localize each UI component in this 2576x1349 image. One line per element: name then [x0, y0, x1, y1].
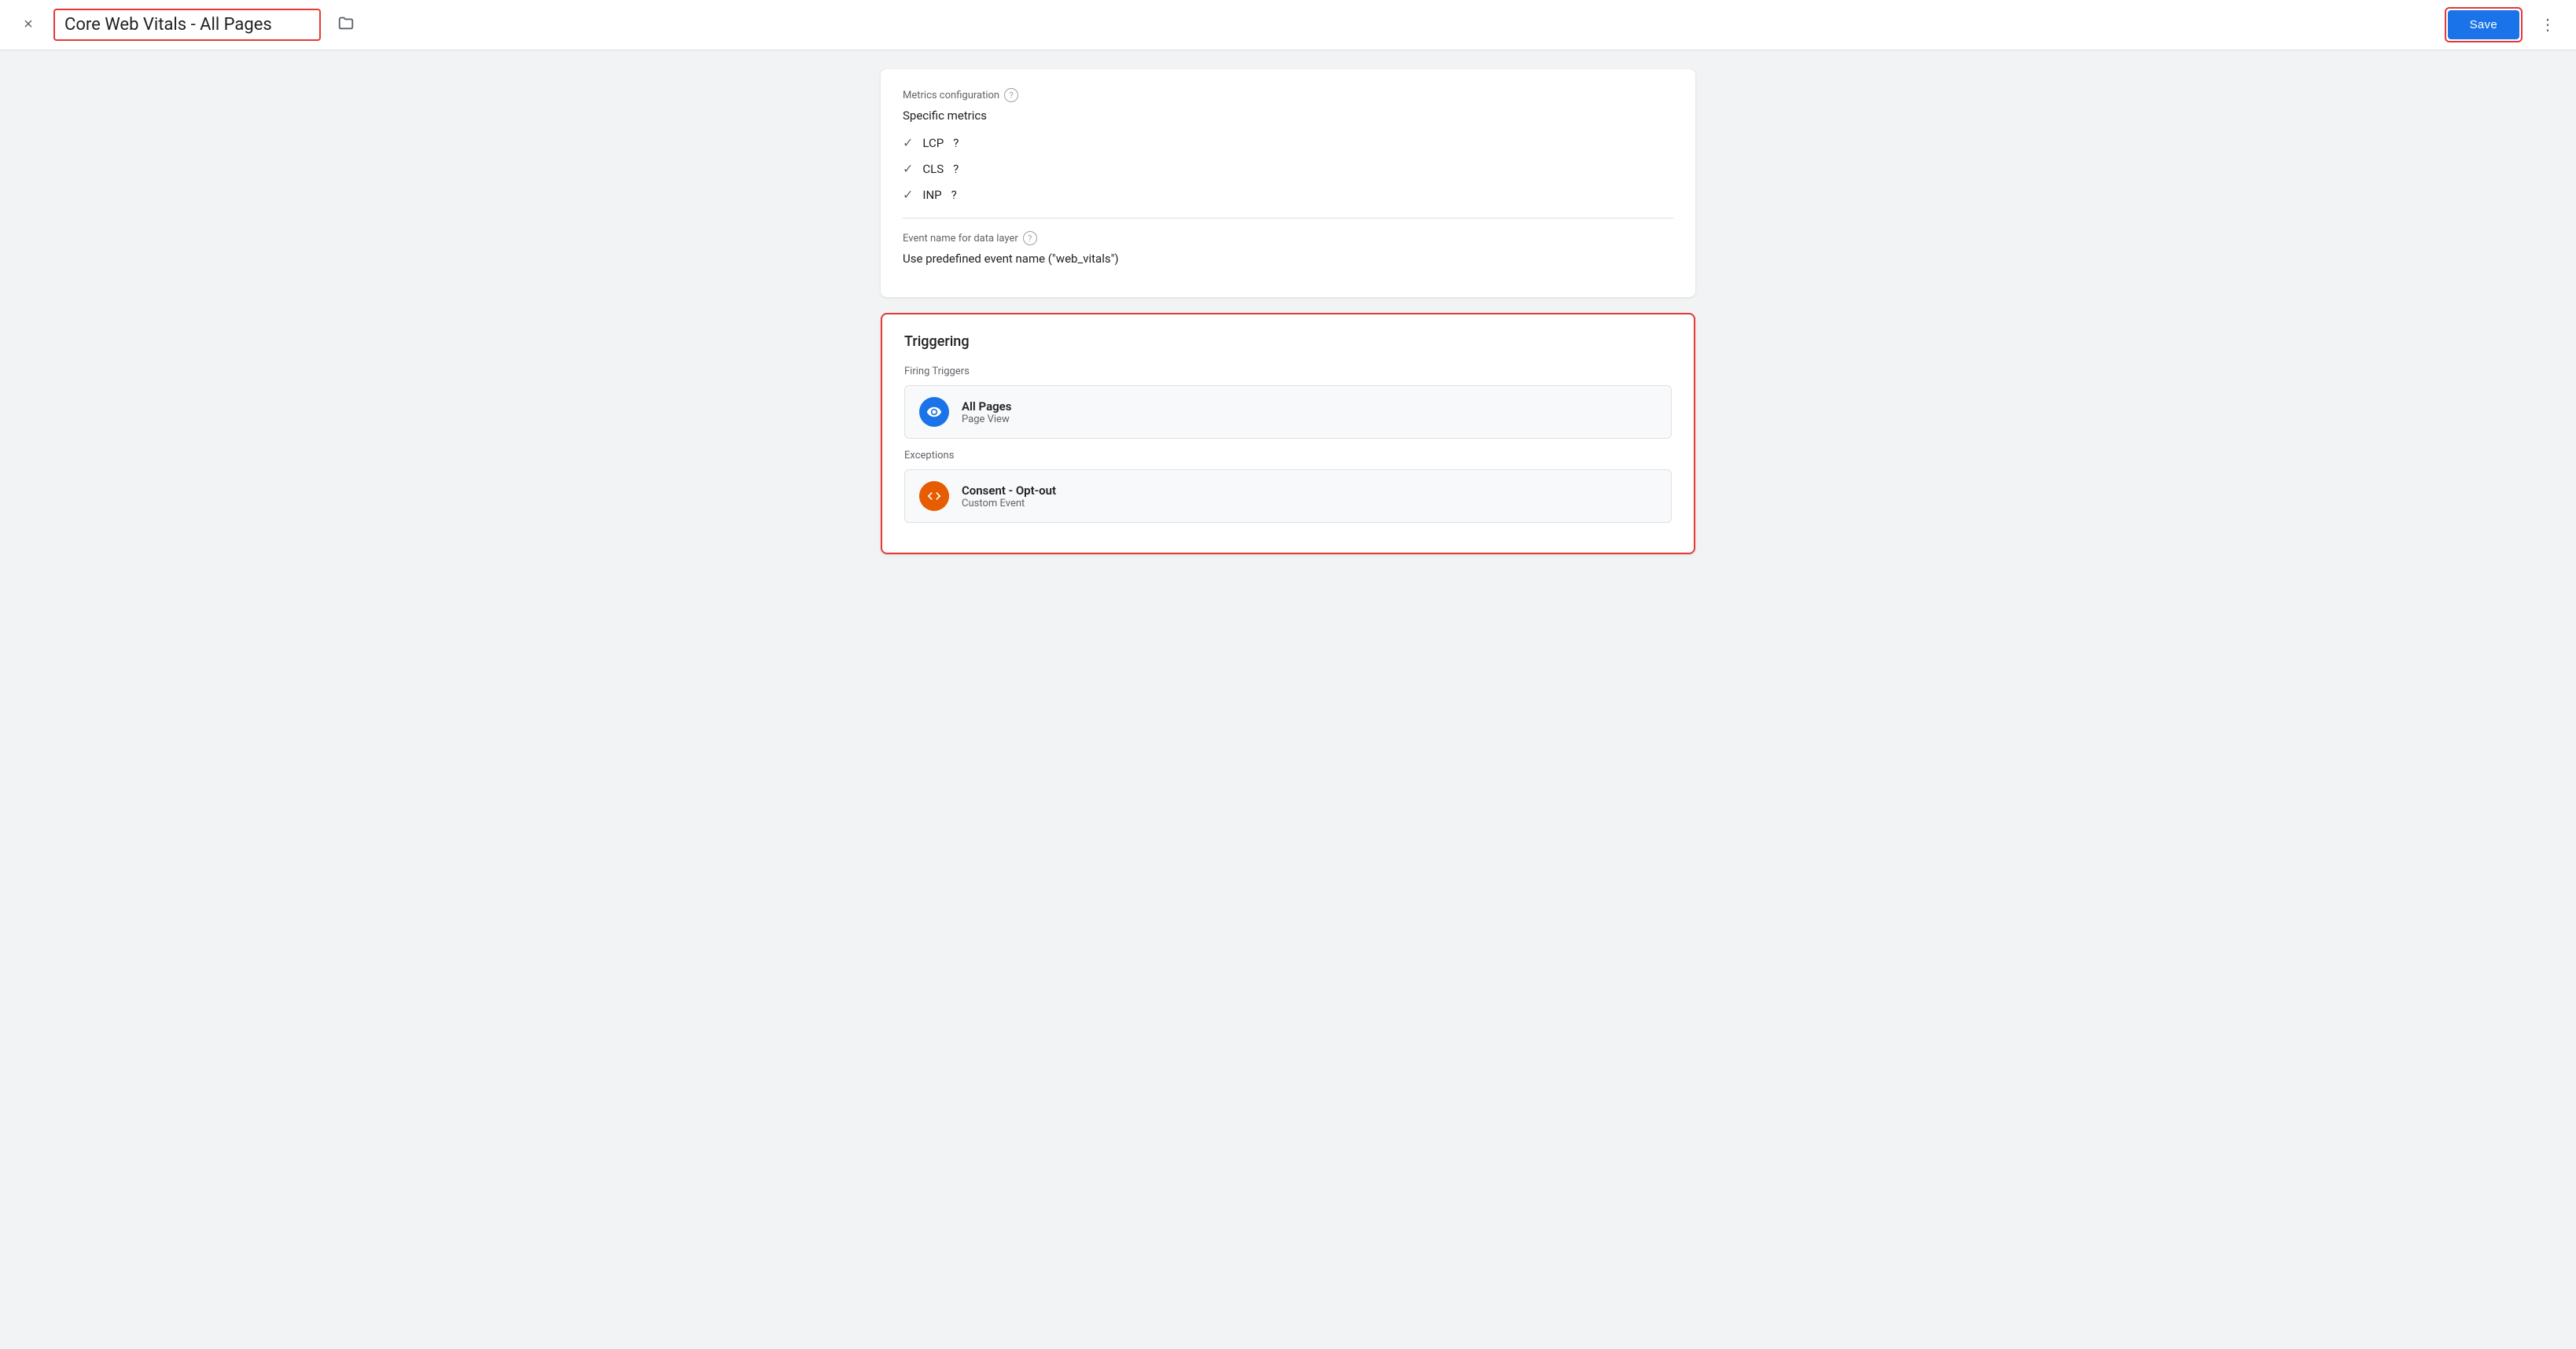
inp-name: INP — [922, 188, 941, 202]
event-name-help-icon[interactable]: ? — [1023, 231, 1037, 245]
close-icon: × — [24, 16, 33, 34]
inp-help-icon[interactable]: ? — [951, 188, 957, 202]
metrics-config-card: Metrics configuration ? Specific metrics… — [881, 69, 1695, 297]
consent-trigger-icon — [919, 481, 949, 511]
triggering-card: Triggering Firing Triggers All Pages Pag… — [881, 313, 1695, 554]
consent-optout-trigger[interactable]: Consent - Opt-out Custom Event — [904, 469, 1672, 523]
triggering-title: Triggering — [904, 333, 1672, 350]
metric-item-inp: ✓ INP ? — [903, 187, 1673, 202]
cls-check-icon: ✓ — [903, 161, 913, 176]
lcp-help-icon[interactable]: ? — [953, 136, 959, 150]
all-pages-trigger-info: All Pages Page View — [962, 399, 1011, 425]
cls-name: CLS — [922, 162, 944, 176]
lcp-name: LCP — [922, 136, 944, 150]
event-name-value: Use predefined event name ("web_vitals") — [903, 252, 1673, 266]
main-content: Metrics configuration ? Specific metrics… — [856, 50, 1720, 1349]
lcp-check-icon: ✓ — [903, 135, 913, 150]
divider — [903, 218, 1673, 219]
all-pages-trigger-type: Page View — [962, 414, 1011, 425]
metric-item-cls: ✓ CLS ? — [903, 161, 1673, 176]
close-button[interactable]: × — [13, 9, 44, 41]
save-button-wrapper: Save — [2445, 7, 2523, 42]
specific-metrics-value: Specific metrics — [903, 108, 1673, 123]
save-button[interactable]: Save — [2448, 10, 2519, 39]
event-name-label: Event name for data layer ? — [903, 231, 1673, 245]
metrics-list: ✓ LCP ? ✓ CLS ? ✓ INP ? — [903, 135, 1673, 202]
exceptions-label: Exceptions — [904, 450, 1672, 461]
page-title: Core Web Vitals - All Pages — [53, 9, 321, 41]
cls-help-icon[interactable]: ? — [953, 162, 959, 176]
metric-item-lcp: ✓ LCP ? — [903, 135, 1673, 150]
folder-button[interactable] — [330, 9, 362, 41]
consent-trigger-info: Consent - Opt-out Custom Event — [962, 483, 1056, 509]
inp-check-icon: ✓ — [903, 187, 913, 202]
all-pages-trigger-name: All Pages — [962, 399, 1011, 414]
code-icon — [926, 488, 942, 504]
all-pages-trigger[interactable]: All Pages Page View — [904, 385, 1672, 439]
metrics-config-help-icon[interactable]: ? — [1004, 88, 1018, 102]
metrics-config-label: Metrics configuration ? — [903, 88, 1673, 102]
firing-triggers-label: Firing Triggers — [904, 366, 1672, 377]
consent-trigger-name: Consent - Opt-out — [962, 483, 1056, 498]
consent-trigger-type: Custom Event — [962, 498, 1056, 509]
more-options-button[interactable]: ⋮ — [2532, 9, 2563, 41]
exceptions-section: Exceptions Consent - Opt-out Custom Even… — [904, 450, 1672, 523]
more-icon: ⋮ — [2540, 15, 2556, 35]
all-pages-trigger-icon — [919, 397, 949, 427]
firing-triggers-section: Firing Triggers All Pages Page View — [904, 366, 1672, 439]
eye-icon — [926, 404, 942, 420]
header: × Core Web Vitals - All Pages Save ⋮ — [0, 0, 2576, 50]
folder-icon — [337, 14, 355, 36]
